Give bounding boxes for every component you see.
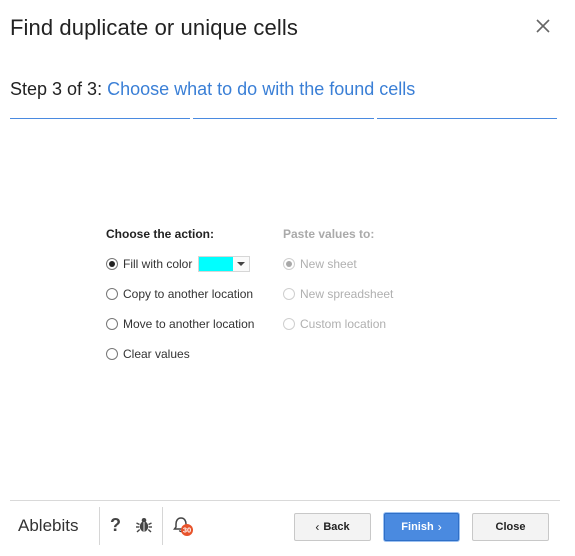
option-new-sheet: New sheet [283,249,393,279]
custom-location-label: Custom location [300,317,387,331]
progress-segment-1 [10,118,191,119]
copy-radio[interactable] [106,288,118,300]
footer-separator [162,507,163,545]
step-progress [10,118,557,120]
custom-location-radio [283,318,295,330]
finish-button[interactable]: Finish › [384,513,459,541]
move-label: Move to another location [123,317,255,331]
dialog-title: Find duplicate or unique cells [10,15,298,40]
fill-color-picker[interactable] [198,256,251,272]
move-radio[interactable] [106,318,118,330]
back-button-label: Back [323,521,350,533]
close-button[interactable]: Close [472,513,549,541]
new-sheet-label: New sheet [300,257,357,271]
option-copy[interactable]: Copy to another location [106,279,254,309]
fill-radio[interactable] [106,258,118,270]
progress-segment-3 [376,118,557,119]
back-button[interactable]: ‹ Back [294,513,371,541]
chevron-left-icon: ‹ [315,520,320,534]
footer-separator [99,507,100,545]
chevron-down-icon[interactable] [233,257,250,271]
action-heading: Choose the action: [106,227,215,241]
footer-divider [10,500,560,501]
progress-segment-2 [193,118,374,119]
close-icon[interactable] [534,17,552,35]
brand-logo: Ablebits [18,516,79,535]
close-button-label: Close [495,521,526,533]
finish-button-label: Finish [401,521,434,533]
help-icon[interactable]: ? [110,515,121,536]
notification-count: 30 [183,526,191,535]
chevron-right-icon: › [437,520,442,534]
option-new-spreadsheet: New spreadsheet [283,279,393,309]
fill-label: Fill with color [123,257,193,271]
step-name: Choose what to do with the found cells [107,79,416,99]
option-move[interactable]: Move to another location [106,309,254,339]
new-spreadsheet-radio [283,288,295,300]
clear-label: Clear values [123,347,190,361]
copy-label: Copy to another location [123,287,254,301]
option-clear-values[interactable]: Clear values [106,339,254,369]
clear-radio[interactable] [106,348,118,360]
fill-color-swatch[interactable] [199,257,234,271]
action-section: Choose the action: Fill with color Copy … [106,227,254,377]
new-sheet-radio [283,258,295,270]
step-header: Step 3 of 3: Choose what to do with the … [10,79,415,100]
option-custom-location: Custom location [283,309,393,339]
step-counter: Step 3 of 3: [10,79,103,99]
bug-report-icon[interactable] [135,516,153,534]
notification-bell-icon[interactable]: 30 [172,515,194,537]
paste-heading: Paste values to: [283,227,375,241]
option-fill-with-color[interactable]: Fill with color [106,249,254,279]
paste-section: Paste values to: New sheet New spreadshe… [283,227,393,347]
new-spreadsheet-label: New spreadsheet [300,287,394,301]
